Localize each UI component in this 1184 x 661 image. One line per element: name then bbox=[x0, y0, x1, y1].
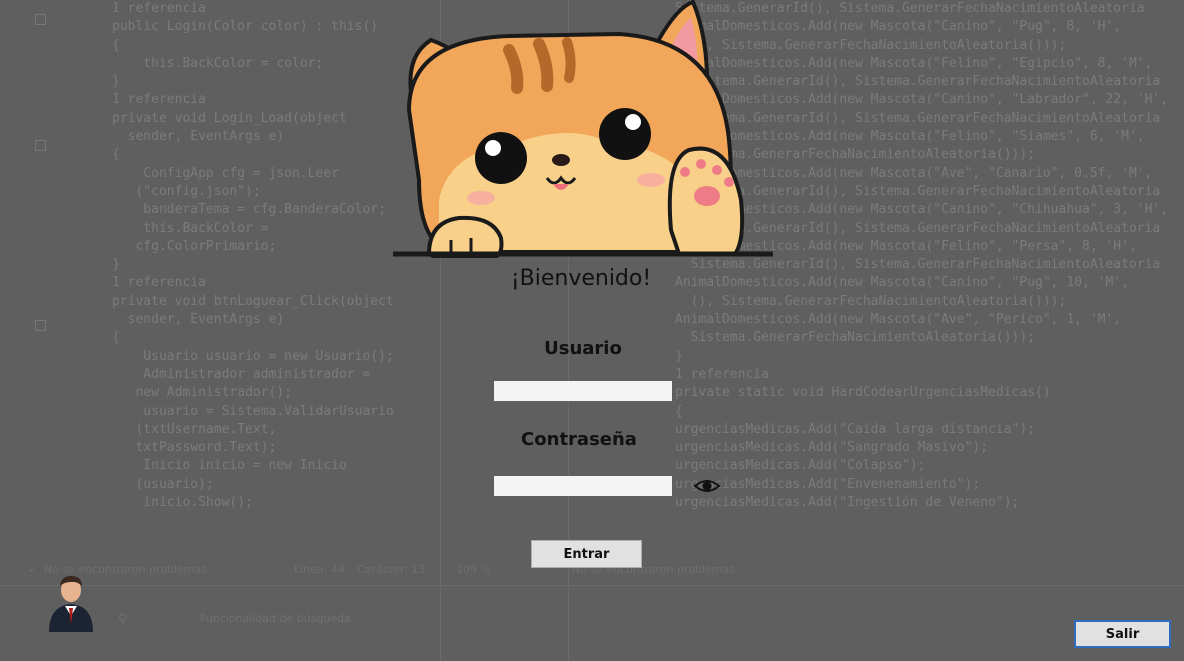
status-line: Línea: 44 bbox=[294, 563, 345, 576]
fold-icon bbox=[35, 14, 46, 25]
username-input[interactable] bbox=[494, 381, 672, 401]
welcome-title: ¡Bienvenido! bbox=[510, 266, 652, 291]
eye-icon[interactable] bbox=[693, 476, 721, 496]
exit-button[interactable]: Salir bbox=[1074, 620, 1171, 648]
status-ok-icon: ✓ bbox=[28, 563, 38, 576]
username-label: Usuario bbox=[544, 338, 622, 359]
cat-mascot-icon bbox=[393, 0, 773, 258]
password-input[interactable] bbox=[494, 476, 672, 496]
fold-icon bbox=[35, 320, 46, 331]
search-icon: ⚲ bbox=[118, 612, 128, 627]
fold-icon bbox=[35, 140, 46, 151]
password-label: Contraseña bbox=[521, 429, 637, 450]
enter-button[interactable]: Entrar bbox=[531, 540, 642, 568]
search-placeholder-text: Funcionalidad de búsqueda bbox=[200, 612, 351, 625]
businessman-avatar-icon bbox=[49, 576, 93, 632]
login-form: ¡Bienvenido! Usuario Contraseña Entrar bbox=[383, 0, 783, 600]
